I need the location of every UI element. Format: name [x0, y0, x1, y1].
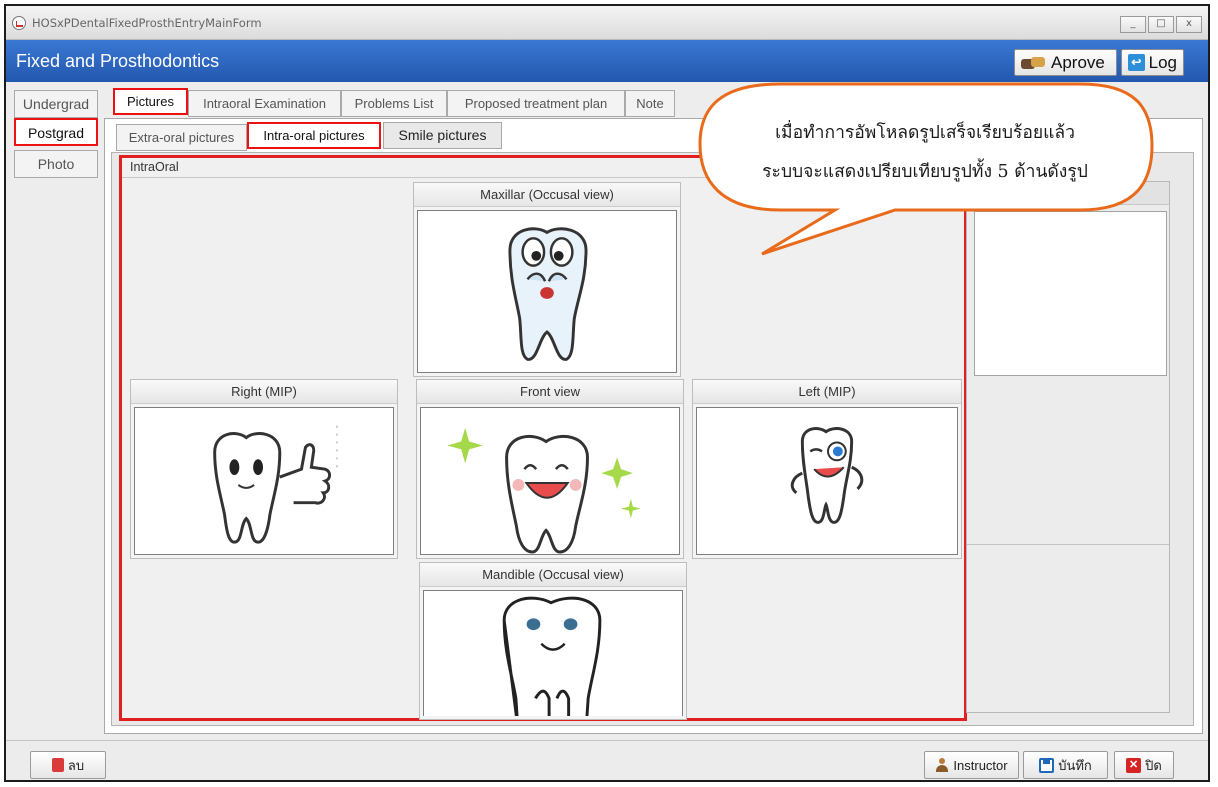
- delete-label: ลบ: [67, 757, 85, 773]
- tooth-smiling-image: [447, 427, 641, 554]
- instructor-button[interactable]: Instructor: [924, 751, 1019, 779]
- maxillar-view: Maxillar (Occusal view): [413, 182, 681, 377]
- tab-pictures[interactable]: Pictures: [113, 88, 188, 115]
- page-title: Fixed and Prosthodontics: [16, 51, 220, 71]
- close-button[interactable]: ✕ ปิด: [1114, 751, 1174, 779]
- right-mip-view: Right (MIP): [130, 379, 398, 559]
- window-controls: _ □ x: [1120, 16, 1202, 33]
- front-view: Front view: [416, 379, 684, 559]
- log-button[interactable]: ↩ Log: [1121, 49, 1184, 76]
- panel-divider: [967, 544, 1169, 545]
- right-mip-view-title: Right (MIP): [131, 380, 397, 404]
- subtab-extra-oral-pictures[interactable]: Extra-oral pictures: [116, 124, 247, 151]
- callout-line-1: เมื่อทำการอัพโหลดรูปเสร็จเรียบร้อยแล้ว: [775, 123, 1075, 143]
- side-tab-photo[interactable]: Photo: [14, 150, 98, 178]
- window-title: HOSxPDentalFixedProsthEntryMainForm: [32, 16, 262, 30]
- front-image[interactable]: [420, 407, 680, 555]
- handshake-icon: [1021, 56, 1047, 70]
- instructor-label: Instructor: [953, 757, 1008, 773]
- delete-button[interactable]: ลบ: [30, 751, 106, 779]
- mandible-image[interactable]: [423, 590, 683, 716]
- tab-intraoral-examination[interactable]: Intraoral Examination: [188, 90, 341, 117]
- left-mip-view: Left (MIP): [692, 379, 962, 559]
- title-bar: HOSxPDentalFixedProsthEntryMainForm _ □ …: [6, 6, 1208, 40]
- maxillar-view-title: Maxillar (Occusal view): [414, 183, 680, 207]
- subtab-smile-pictures[interactable]: Smile pictures: [383, 122, 502, 149]
- tooth-winking-image: [790, 427, 864, 524]
- front-view-title: Front view: [417, 380, 683, 404]
- mandible-view-title: Mandible (Occusal view): [420, 563, 686, 587]
- approve-button[interactable]: Aprove: [1014, 49, 1117, 76]
- tab-note[interactable]: Note: [625, 90, 675, 117]
- tab-proposed-treatment-plan[interactable]: Proposed treatment plan: [447, 90, 625, 117]
- tooth-happy-image: [502, 596, 602, 716]
- maxillar-image[interactable]: [417, 210, 677, 373]
- tab-problems-list[interactable]: Problems List: [341, 90, 447, 117]
- app-logo-icon: [12, 16, 26, 30]
- form-header: Fixed and Prosthodontics Aprove ↩ Log: [6, 40, 1208, 82]
- trash-icon: [51, 758, 64, 772]
- left-mip-image[interactable]: [696, 407, 958, 555]
- close-label: ปิด: [1145, 757, 1162, 773]
- subtab-intra-oral-pictures[interactable]: Intra-oral pictures: [247, 122, 381, 149]
- close-icon: ✕: [1126, 757, 1142, 773]
- minimize-button[interactable]: _: [1120, 16, 1146, 33]
- approve-label: Aprove: [1051, 52, 1105, 72]
- tooth-thumbsup-image: [213, 425, 338, 544]
- close-window-button[interactable]: x: [1176, 16, 1202, 33]
- log-icon: ↩: [1128, 54, 1145, 71]
- maximize-button[interactable]: □: [1148, 16, 1174, 33]
- save-button[interactable]: บันทึก: [1023, 751, 1108, 779]
- save-icon: [1039, 757, 1055, 773]
- right-mip-image[interactable]: [134, 407, 394, 555]
- footer-bar: ลบ Instructor บันทึก ✕ ปิด: [6, 740, 1208, 780]
- side-tab-undergrad[interactable]: Undergrad: [14, 90, 98, 118]
- left-mip-view-title: Left (MIP): [693, 380, 961, 404]
- callout-line-2: ระบบจะแสดงเปรียบเทียบรูปทั้ง 5 ด้านดังรู…: [762, 162, 1088, 182]
- log-label: Log: [1148, 52, 1177, 72]
- save-label: บันทึก: [1058, 757, 1092, 773]
- photo-detail-panel: [966, 181, 1170, 713]
- tooth-scared-image: [508, 227, 588, 361]
- photo-detail-header: [967, 182, 1169, 205]
- photo-preview-area[interactable]: [974, 211, 1167, 376]
- user-icon: [935, 758, 949, 772]
- mandible-view: Mandible (Occusal view): [419, 562, 687, 720]
- side-tab-postgrad[interactable]: Postgrad: [14, 118, 98, 146]
